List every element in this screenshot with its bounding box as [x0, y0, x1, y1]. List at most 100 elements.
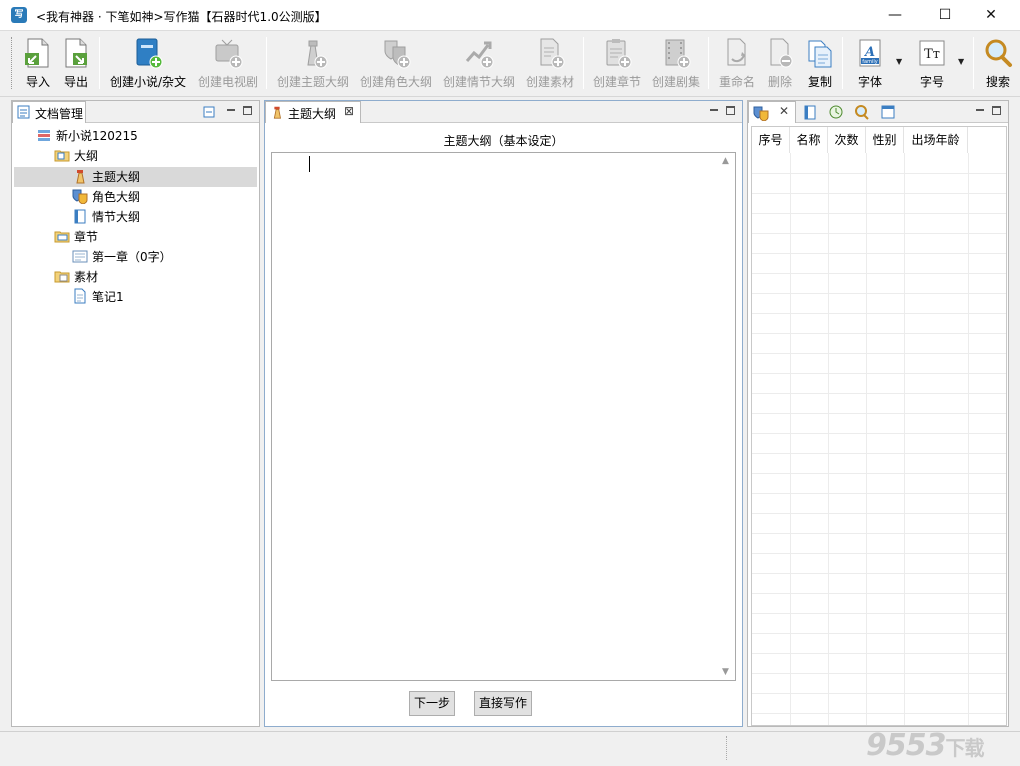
column-header-count[interactable]: 次数	[828, 127, 866, 153]
column-header-index[interactable]: 序号	[752, 127, 790, 153]
tab-close-icon[interactable]: ⊠	[344, 104, 354, 118]
copy-button[interactable]: 复制	[802, 35, 838, 93]
window-tab-icon[interactable]	[880, 104, 896, 120]
create-chapter-button[interactable]: 创建章节	[590, 35, 644, 93]
clock-tab-icon[interactable]	[828, 104, 844, 120]
tab-theme-outline[interactable]: 主题大纲 ⊠	[265, 101, 361, 123]
window-title: <我有神器 · 下笔如神>写作猫【石器时代1.0公测版】	[36, 10, 327, 24]
toolbar-separator	[99, 37, 100, 89]
lighthouse-icon	[273, 106, 282, 119]
character-panel-header: ✕	[748, 101, 1008, 123]
tree-item-note-1[interactable]: 笔记1	[72, 287, 252, 307]
font-icon: Afamily	[859, 39, 881, 67]
watermark-logo: 9553下载	[866, 728, 985, 763]
import-button[interactable]: 导入	[20, 35, 56, 93]
tab-document-manager[interactable]: 文档管理	[12, 101, 86, 123]
tab-close-icon[interactable]: ✕	[779, 104, 789, 118]
character-panel-maximize-button[interactable]	[991, 105, 1003, 116]
maximize-button[interactable]: ☐	[922, 0, 968, 31]
masks-icon	[72, 189, 88, 204]
create-material-button[interactable]: 创建素材	[522, 35, 578, 93]
delete-button[interactable]: 删除	[762, 35, 798, 93]
write-directly-button[interactable]: 直接写作	[474, 691, 532, 716]
film-add-icon	[665, 39, 691, 69]
chapters-folder-icon	[54, 231, 70, 243]
svg-text:family: family	[862, 59, 877, 65]
tree-item-role-outline[interactable]: 角色大纲	[72, 187, 252, 207]
book-icon	[74, 209, 86, 224]
column-header-gender[interactable]: 性别	[866, 127, 904, 153]
stack-icon	[38, 130, 50, 141]
masks-icon	[753, 106, 769, 121]
tree-item-chapter-1[interactable]: 第一章（0字）	[72, 247, 252, 267]
masks-add-icon	[384, 40, 411, 69]
tree-item-plot-outline[interactable]: 情节大纲	[72, 207, 252, 227]
search-button[interactable]: 搜索	[980, 35, 1016, 93]
minimize-button[interactable]: —	[872, 0, 918, 31]
character-panel-minimize-button[interactable]	[974, 105, 986, 116]
create-novel-button[interactable]: 创建小说/杂文	[106, 35, 190, 93]
copy-icon	[808, 40, 832, 68]
text-caret	[309, 156, 310, 172]
next-step-button[interactable]: 下一步	[409, 691, 455, 716]
tree-item-chapters[interactable]: 章节	[54, 227, 254, 247]
editor-heading: 主题大纲（基本设定）	[443, 134, 564, 148]
toolbar-separator	[583, 37, 584, 89]
panel-minimize-button[interactable]	[225, 105, 237, 116]
main-toolbar: 导入 导出 创建小说/杂文 创建电视剧 创建主题大纲 创建角色大纲 创建情节大纲…	[0, 31, 1020, 97]
create-episode-button[interactable]: 创建剧集	[649, 35, 703, 93]
export-button[interactable]: 导出	[58, 35, 94, 93]
character-table-header: 序号 名称 次数 性别 出场年龄	[752, 127, 1006, 153]
create-theme-outline-button[interactable]: 创建主题大纲	[274, 35, 352, 93]
book-add-icon	[136, 38, 163, 69]
document-manager-icon	[17, 105, 30, 119]
font-button[interactable]: Afamily 字体	[850, 35, 890, 93]
tab-characters[interactable]: ✕	[748, 101, 796, 123]
toolbar-separator	[266, 37, 267, 89]
status-divider	[726, 736, 728, 760]
font-size-dropdown-arrow-icon[interactable]: ▼	[958, 57, 964, 66]
delete-icon	[770, 38, 793, 68]
column-header-name[interactable]: 名称	[790, 127, 828, 153]
document-add-icon	[540, 38, 565, 69]
toolbar-separator	[973, 37, 974, 89]
editor-minimize-button[interactable]	[708, 105, 720, 116]
theme-outline-textarea[interactable]: ▲ ▼	[271, 152, 736, 681]
editor-maximize-button[interactable]	[725, 105, 737, 116]
font-dropdown-arrow-icon[interactable]: ▼	[896, 57, 902, 66]
tree-item-outline[interactable]: 大纲	[54, 146, 254, 166]
collapse-all-icon[interactable]	[203, 106, 215, 118]
folder-icon	[54, 150, 70, 162]
lighthouse-icon	[76, 170, 85, 184]
toolbar-grip[interactable]	[11, 37, 14, 89]
create-plot-outline-button[interactable]: 创建情节大纲	[440, 35, 518, 93]
materials-folder-icon	[54, 271, 70, 283]
tree-item-theme-outline[interactable]: 主题大纲	[14, 167, 257, 187]
rename-button[interactable]: 重命名	[716, 35, 758, 93]
create-role-outline-button[interactable]: 创建角色大纲	[357, 35, 435, 93]
rename-icon	[727, 38, 746, 66]
search-tab-icon[interactable]	[854, 104, 870, 120]
create-tv-button[interactable]: 创建电视剧	[194, 35, 262, 93]
scroll-up-icon[interactable]: ▲	[722, 156, 729, 166]
export-icon	[65, 38, 87, 68]
toolbar-separator	[708, 37, 709, 89]
tree-item-materials[interactable]: 素材	[54, 267, 254, 287]
search-icon	[985, 39, 1012, 67]
scroll-down-icon[interactable]: ▼	[722, 667, 729, 677]
document-manager-header: 文档管理	[12, 101, 259, 123]
book-tab-icon[interactable]	[802, 104, 818, 120]
editor-scrollbar[interactable]: ▲ ▼	[718, 153, 735, 680]
font-size-icon: Tт	[919, 40, 945, 66]
toolbar-separator	[842, 37, 843, 89]
title-bar: 写 <我有神器 · 下笔如神>写作猫【石器时代1.0公测版】 — ☐ ✕	[0, 0, 1020, 31]
lighthouse-add-icon	[307, 40, 328, 69]
panel-maximize-button[interactable]	[242, 105, 254, 116]
document-manager-panel: 文档管理 新小说120215 大纲 主题大纲 角色大纲 情节大纲 章节 第一章（…	[11, 100, 260, 727]
character-table[interactable]: 序号 名称 次数 性别 出场年龄	[751, 126, 1007, 726]
font-size-button[interactable]: Tт 字号	[912, 35, 952, 93]
tree-item-project[interactable]: 新小说120215	[36, 126, 256, 146]
svg-text:A: A	[863, 45, 875, 60]
close-button[interactable]: ✕	[968, 0, 1014, 31]
column-header-age[interactable]: 出场年龄	[904, 127, 968, 153]
